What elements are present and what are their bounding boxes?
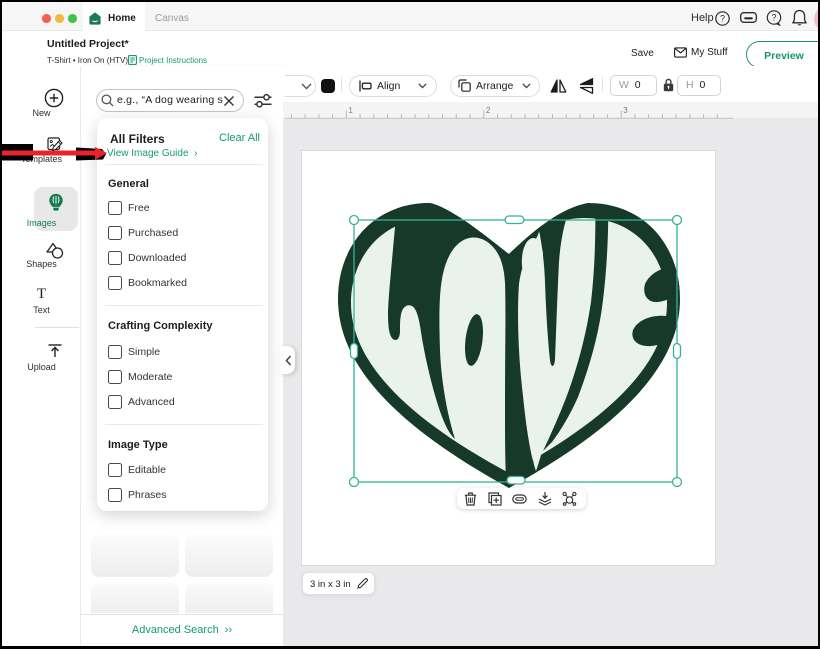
- svg-text:2: 2: [486, 106, 491, 115]
- svg-text:?: ?: [720, 14, 725, 24]
- svg-text:3: 3: [623, 106, 628, 115]
- svg-text:?: ?: [771, 13, 776, 23]
- svg-text:1: 1: [348, 106, 353, 115]
